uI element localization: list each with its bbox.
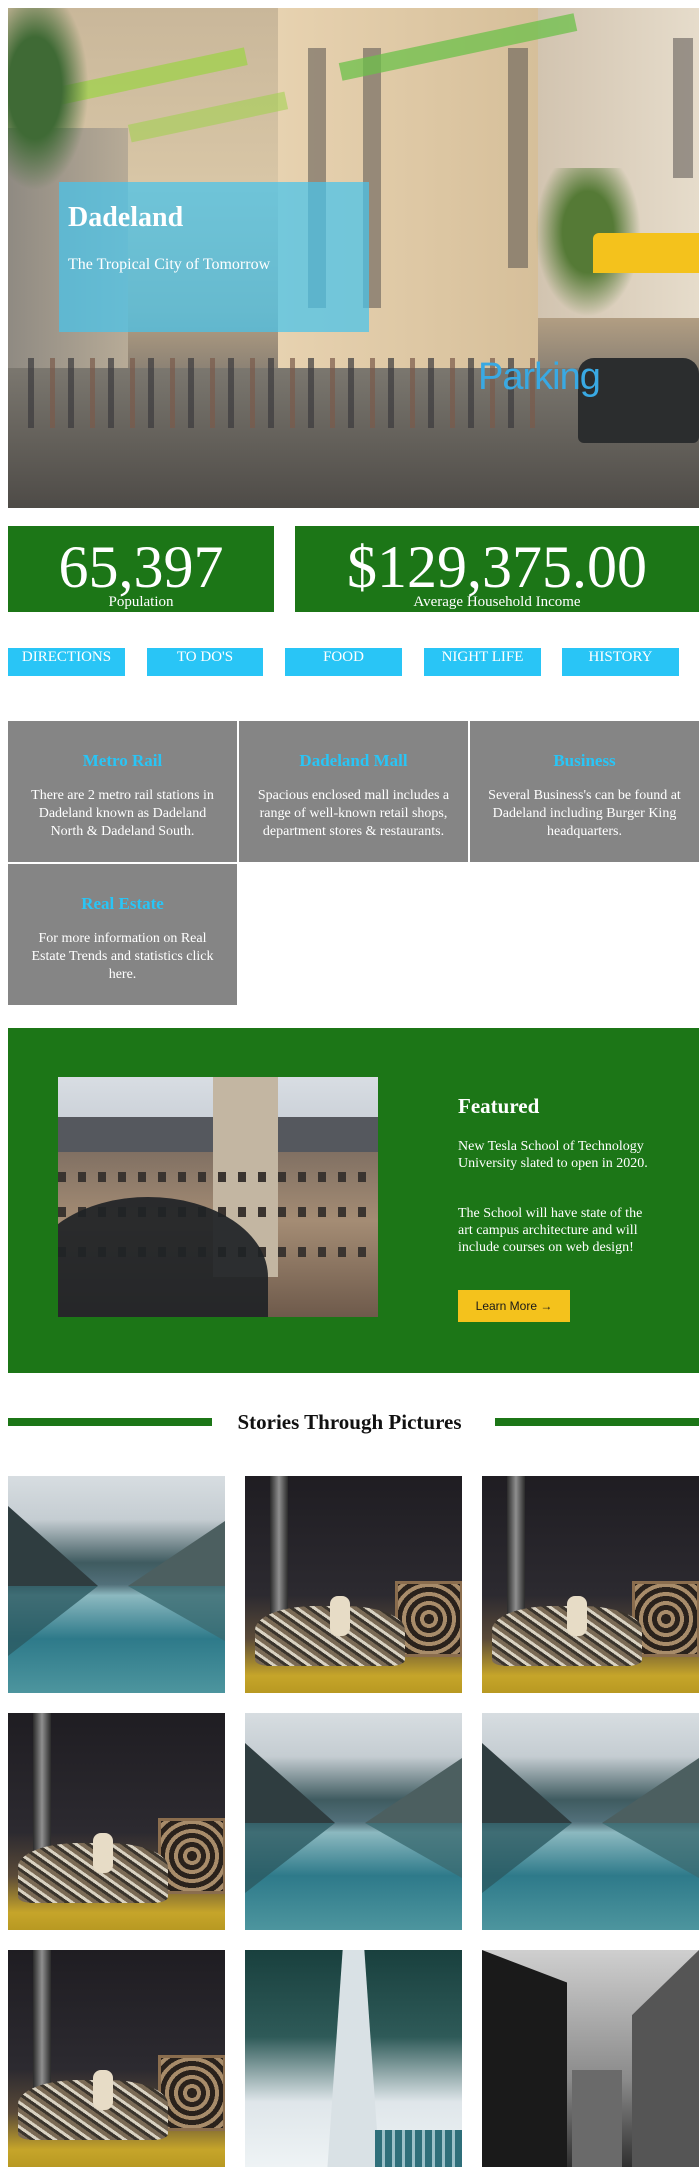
hero-yellow-awning bbox=[593, 233, 699, 273]
nav-history[interactable]: HISTORY bbox=[562, 648, 679, 676]
nav-food[interactable]: FOOD bbox=[285, 648, 402, 676]
info-card-metro-rail: Metro Rail There are 2 metro rail statio… bbox=[8, 721, 237, 862]
featured-image bbox=[58, 1077, 378, 1317]
nav-directions[interactable]: DIRECTIONS bbox=[8, 648, 125, 676]
stat-label: Population bbox=[108, 594, 174, 610]
gallery-photo-bridge[interactable] bbox=[245, 1950, 462, 2167]
gallery-photo-cables[interactable] bbox=[8, 1950, 225, 2167]
card-text: Spacious enclosed mall includes a range … bbox=[257, 788, 450, 839]
stat-value: $129,375.00 bbox=[347, 534, 647, 600]
image-windows bbox=[58, 1172, 378, 1182]
hero-palm-tree bbox=[8, 8, 98, 208]
hero-parking-sign: Parking bbox=[478, 356, 601, 398]
hero-windows bbox=[508, 48, 528, 268]
card-title: Metro Rail bbox=[82, 751, 163, 770]
info-card-dadeland-mall: Dadeland Mall Spacious enclosed mall inc… bbox=[239, 721, 468, 862]
gallery-photo-cables[interactable] bbox=[8, 1713, 225, 1930]
learn-more-button[interactable]: Learn More → bbox=[458, 1290, 570, 1322]
gallery-photo-lake[interactable] bbox=[245, 1713, 462, 1930]
hero-subtitle: The Tropical City of Tomorrow bbox=[68, 256, 271, 273]
hero-windows bbox=[673, 38, 693, 178]
featured-text-1: New Tesla School of Technology Universit… bbox=[458, 1139, 648, 1171]
featured-text-2: The School will have state of the art ca… bbox=[458, 1206, 643, 1255]
card-text[interactable]: For more information on Real Estate Tren… bbox=[22, 930, 223, 984]
stat-population: 65,397 Population bbox=[8, 526, 274, 612]
gallery-photo-cables[interactable] bbox=[482, 1476, 699, 1693]
card-text: There are 2 metro rail stations in Dadel… bbox=[31, 788, 214, 839]
gallery-photo-lake[interactable] bbox=[482, 1713, 699, 1930]
info-card-business: Business Several Business's can be found… bbox=[470, 721, 699, 862]
hero-canopy bbox=[127, 91, 289, 143]
nav-to-dos[interactable]: TO DO'S bbox=[147, 648, 263, 676]
stat-household-income: $129,375.00 Average Household Income bbox=[295, 526, 699, 612]
featured-title: Featured bbox=[458, 1094, 540, 1118]
card-title: Business bbox=[553, 751, 616, 770]
gallery-photo-alley[interactable] bbox=[482, 1950, 699, 2167]
card-title: Real Estate bbox=[81, 894, 164, 913]
card-title: Dadeland Mall bbox=[299, 751, 408, 770]
hero-crowd bbox=[28, 358, 548, 428]
info-card-real-estate[interactable]: Real Estate For more information on Real… bbox=[8, 864, 237, 1005]
card-text: Several Business's can be found at Dadel… bbox=[488, 788, 681, 839]
stat-value: 65,397 bbox=[58, 534, 224, 600]
gallery-photo-lake[interactable] bbox=[8, 1476, 225, 1693]
divider-right bbox=[495, 1418, 699, 1426]
hero-title: Dadeland bbox=[68, 202, 184, 233]
gallery-photo-cables[interactable] bbox=[245, 1476, 462, 1693]
nav-night-life[interactable]: NIGHT LIFE bbox=[424, 648, 541, 676]
